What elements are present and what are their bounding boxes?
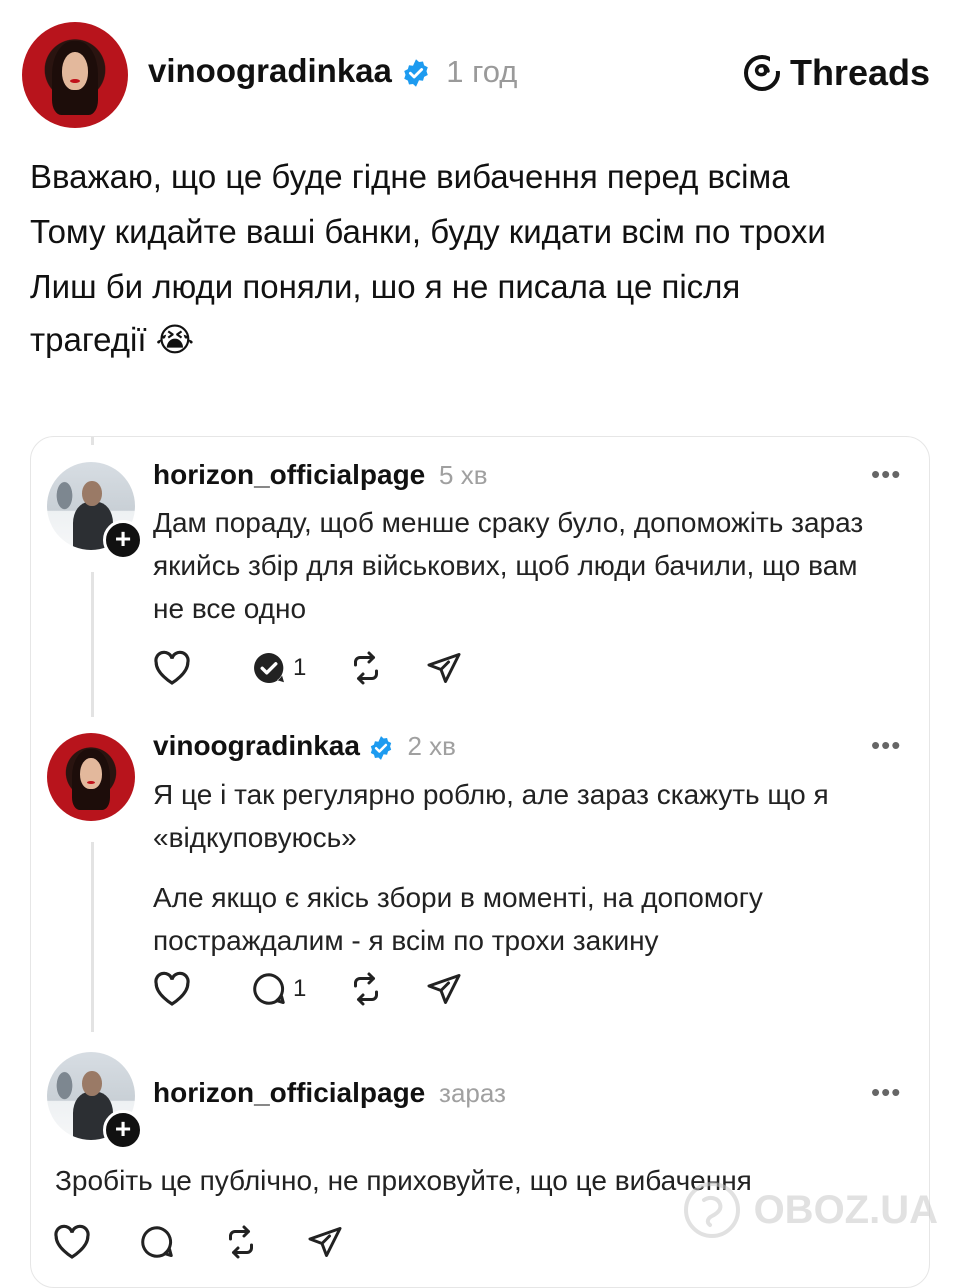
like-button[interactable]	[153, 650, 191, 686]
threads-logo-icon	[743, 55, 780, 91]
repost-button[interactable]	[348, 971, 384, 1007]
like-button[interactable]	[53, 1224, 91, 1260]
author-avatar[interactable]	[22, 22, 128, 128]
reply-check-icon	[254, 653, 284, 683]
comment-header: vinoogradinkaa 2 хв	[153, 730, 456, 762]
thread-line	[91, 572, 94, 717]
watermark-text: OBOZ.UA	[753, 1187, 938, 1232]
comment-username[interactable]: horizon_officialpage	[153, 1077, 425, 1108]
like-button[interactable]	[153, 971, 191, 1007]
follow-plus-icon[interactable]: +	[103, 520, 143, 560]
comment-time: 2 хв	[407, 731, 457, 761]
repost-button[interactable]	[348, 650, 384, 686]
repost-icon	[229, 1225, 253, 1259]
heart-icon	[154, 971, 190, 1006]
send-icon	[427, 974, 461, 1004]
comment-paragraph: Я це і так регулярно роблю, але зараз ск…	[153, 779, 829, 853]
heart-icon	[154, 650, 190, 685]
send-icon	[427, 653, 461, 683]
comment-paragraph: Дам пораду, щоб менше сраку було, допомо…	[153, 507, 864, 624]
comment-icon	[253, 973, 285, 1005]
share-button[interactable]	[307, 1224, 343, 1260]
repost-icon	[354, 651, 379, 685]
share-button[interactable]	[426, 971, 462, 1007]
send-icon	[308, 1227, 342, 1257]
more-options-icon[interactable]: •••	[871, 459, 901, 490]
comment-username[interactable]: vinoogradinkaa	[153, 730, 360, 761]
verified-badge-icon	[370, 735, 391, 760]
thread-line	[91, 437, 94, 445]
oboz-watermark: OBOZ.UA	[682, 1180, 938, 1240]
threads-label: Threads	[789, 52, 930, 93]
threads-brand: Threads	[742, 52, 930, 94]
comment-time: зараз	[439, 1078, 506, 1108]
reply-button[interactable]	[139, 1224, 175, 1260]
more-options-icon[interactable]: •••	[871, 1077, 901, 1108]
comment-username[interactable]: horizon_officialpage	[153, 459, 425, 490]
heart-icon	[54, 1224, 90, 1259]
reply-count: 1	[293, 975, 307, 1002]
verified-badge-icon	[404, 59, 428, 88]
thread-line	[91, 842, 94, 1032]
comment-actions: 1	[153, 650, 504, 686]
reply-button[interactable]: 1	[251, 650, 306, 686]
comment-actions: 1	[153, 971, 504, 1007]
comment-body: Я це і так регулярно роблю, але зараз ск…	[153, 773, 903, 979]
follow-plus-icon[interactable]: +	[103, 1110, 143, 1150]
more-options-icon[interactable]: •••	[871, 730, 901, 761]
reply-button[interactable]: 1	[251, 971, 306, 1007]
share-button[interactable]	[426, 650, 462, 686]
repost-icon	[354, 972, 379, 1006]
post-time: 1 год	[446, 54, 518, 89]
comment-actions	[53, 1224, 385, 1260]
comment-paragraph: Але якщо є якісь збори в моменті, на доп…	[153, 882, 763, 956]
author-username[interactable]: vinoogradinkaa	[148, 52, 392, 89]
reply-count: 1	[293, 654, 307, 681]
post-line: Тому кидайте ваші банки, буду кидати всі…	[30, 213, 826, 250]
replies-card: + horizon_officialpage 5 хв ••• Дам пора…	[30, 436, 930, 1288]
comment-header: horizon_officialpage 5 хв	[153, 459, 488, 491]
commenter-avatar[interactable]	[47, 733, 135, 821]
post-line: Лиш би люди поняли, шо я не писала це пі…	[30, 268, 741, 358]
post-line: Вважаю, що це буде гідне вибачення перед…	[30, 158, 790, 195]
comment-icon	[141, 1226, 173, 1258]
comment-body: Дам пораду, щоб менше сраку було, допомо…	[153, 501, 883, 647]
repost-button[interactable]	[223, 1224, 259, 1260]
comment-time: 5 хв	[439, 460, 488, 490]
post-body: Вважаю, що це буде гідне вибачення перед…	[30, 150, 930, 366]
post-header: vinoogradinkaa 1 год	[148, 52, 517, 90]
comment-header: horizon_officialpage зараз	[153, 1077, 506, 1109]
oboz-logo-icon	[683, 1182, 740, 1238]
